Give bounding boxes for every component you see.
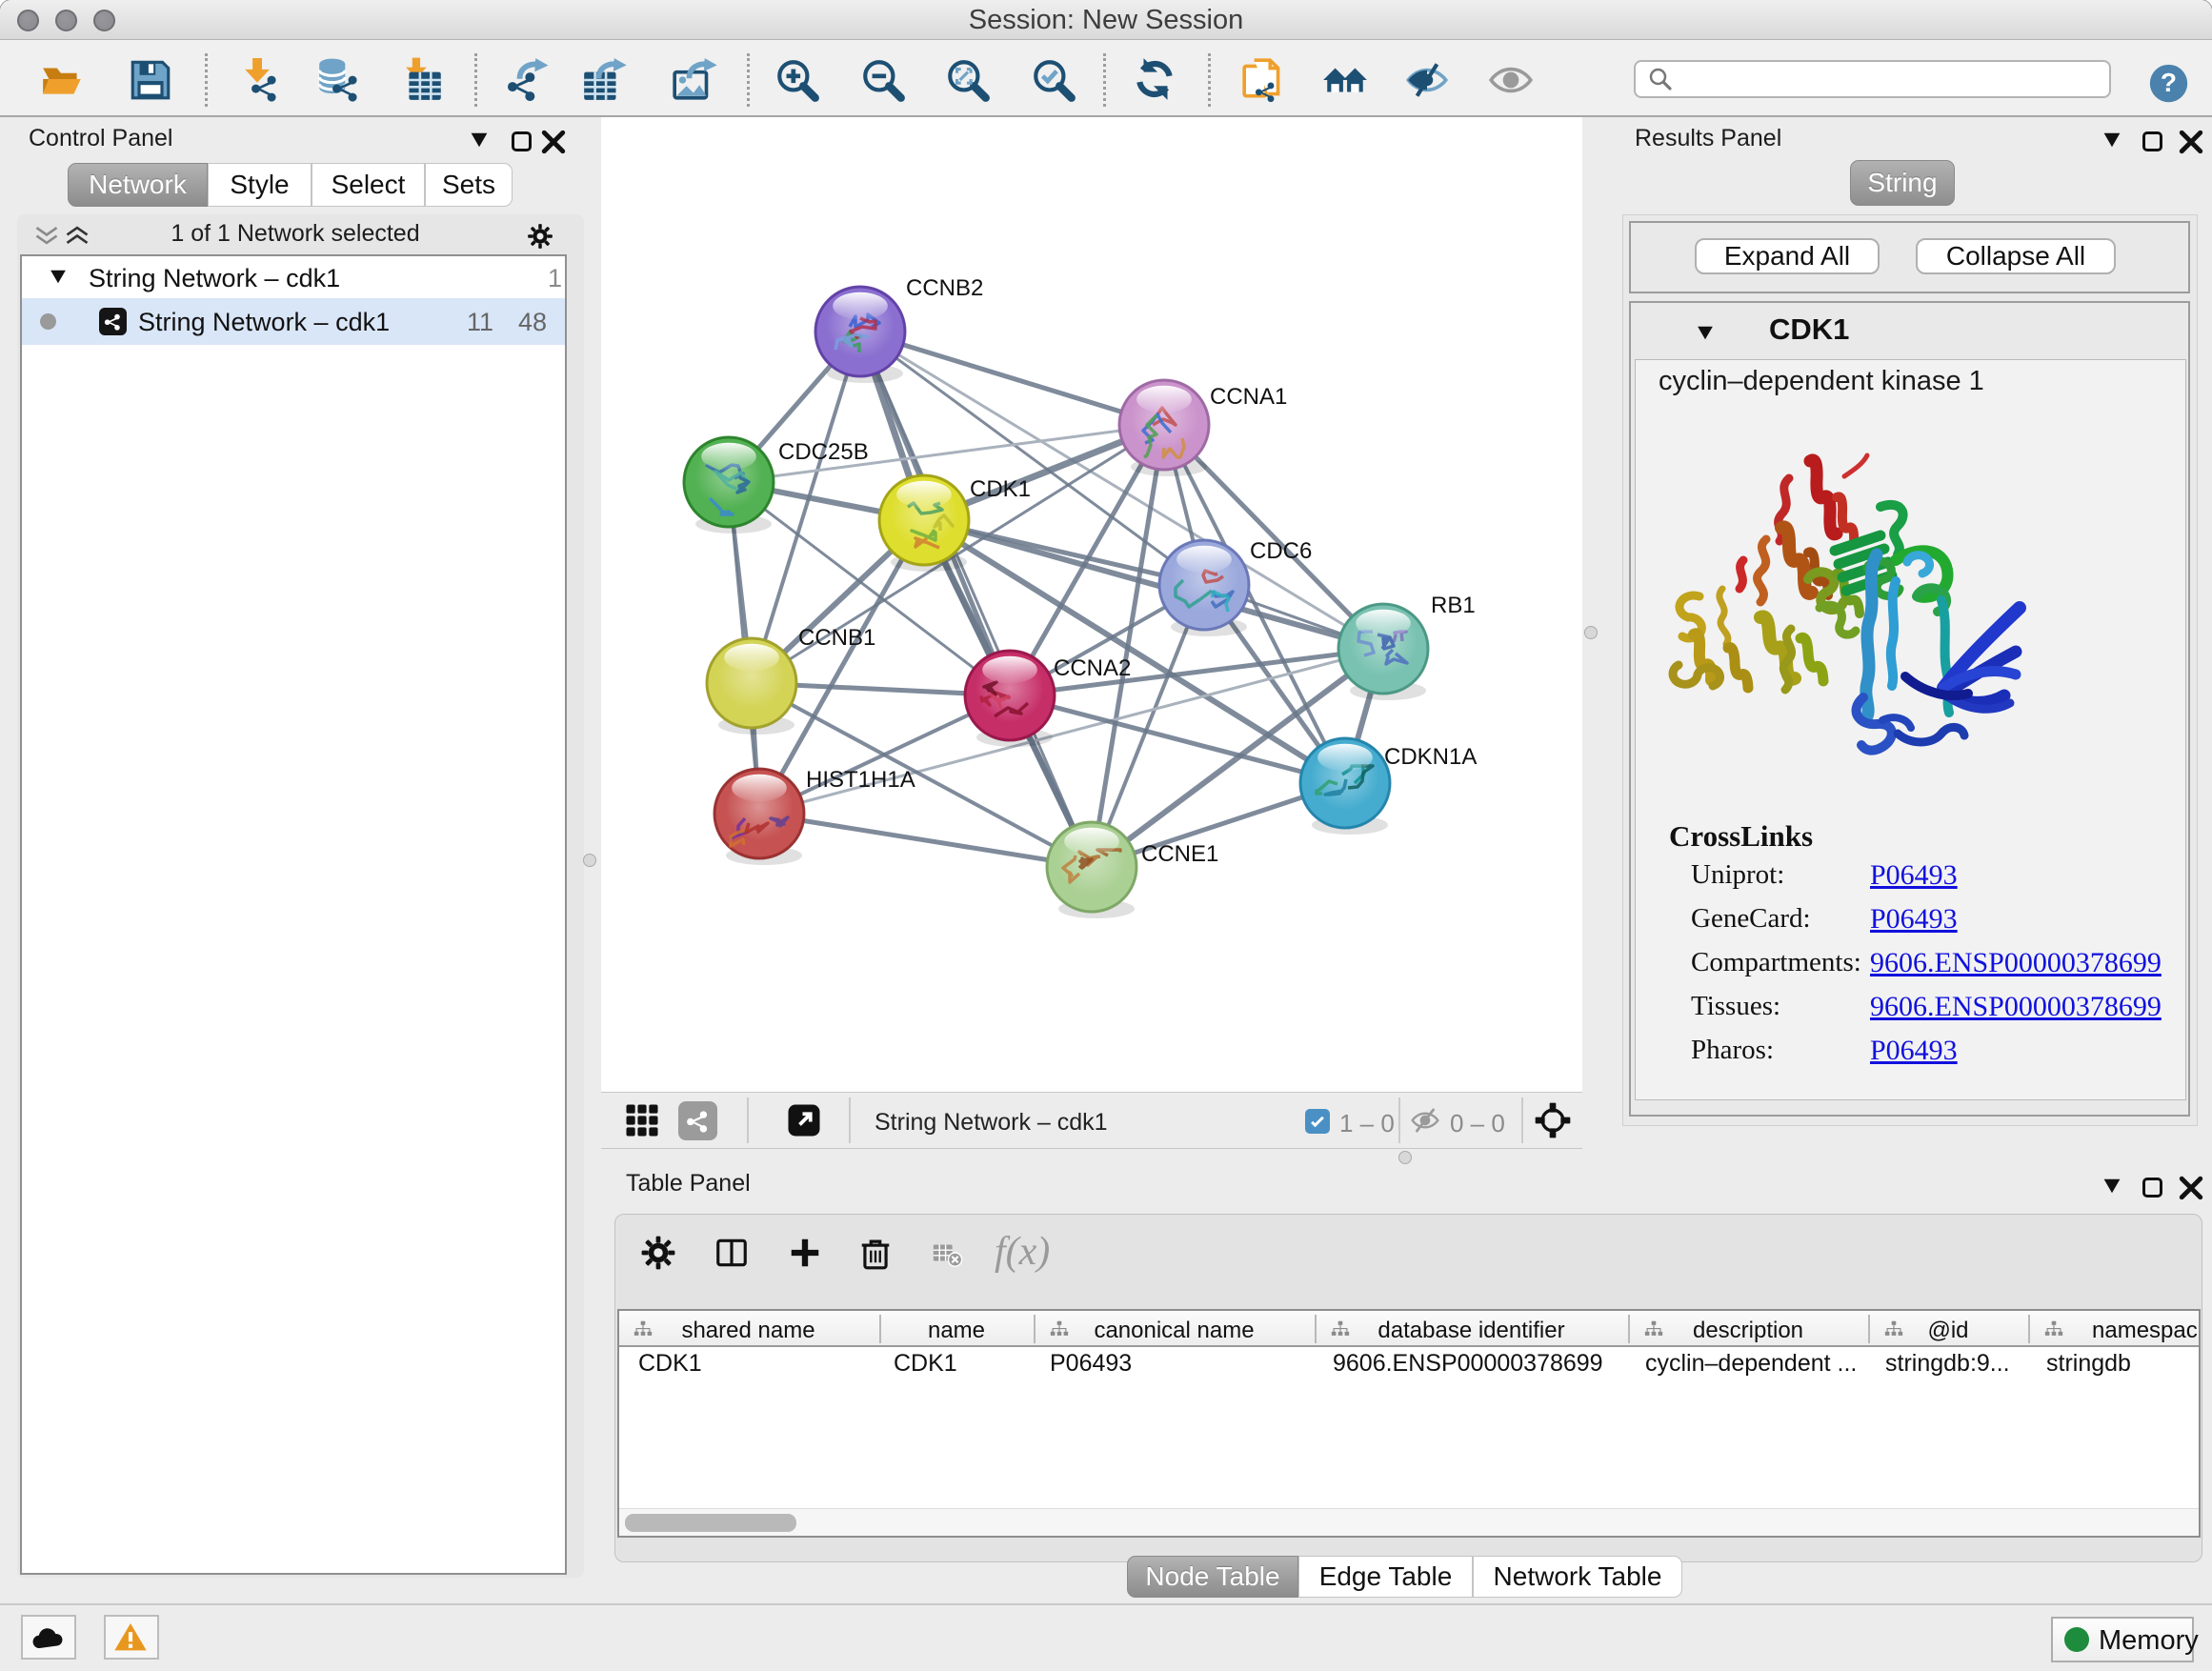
svg-text:CCNB2: CCNB2 xyxy=(906,275,983,301)
svg-text:CDK1: CDK1 xyxy=(970,476,1031,502)
svg-text:CCNA2: CCNA2 xyxy=(1054,655,1131,681)
svg-text:CCNA1: CCNA1 xyxy=(1210,384,1287,410)
svg-text:CDKN1A: CDKN1A xyxy=(1384,744,1477,770)
svg-text:CDC6: CDC6 xyxy=(1250,538,1312,564)
svg-text:HIST1H1A: HIST1H1A xyxy=(806,767,915,793)
svg-text:RB1: RB1 xyxy=(1431,593,1476,618)
svg-text:CDC25B: CDC25B xyxy=(778,439,869,465)
svg-text:CCNB1: CCNB1 xyxy=(798,625,875,651)
svg-text:CCNE1: CCNE1 xyxy=(1141,841,1218,867)
svg-text:?: ? xyxy=(2161,68,2177,97)
